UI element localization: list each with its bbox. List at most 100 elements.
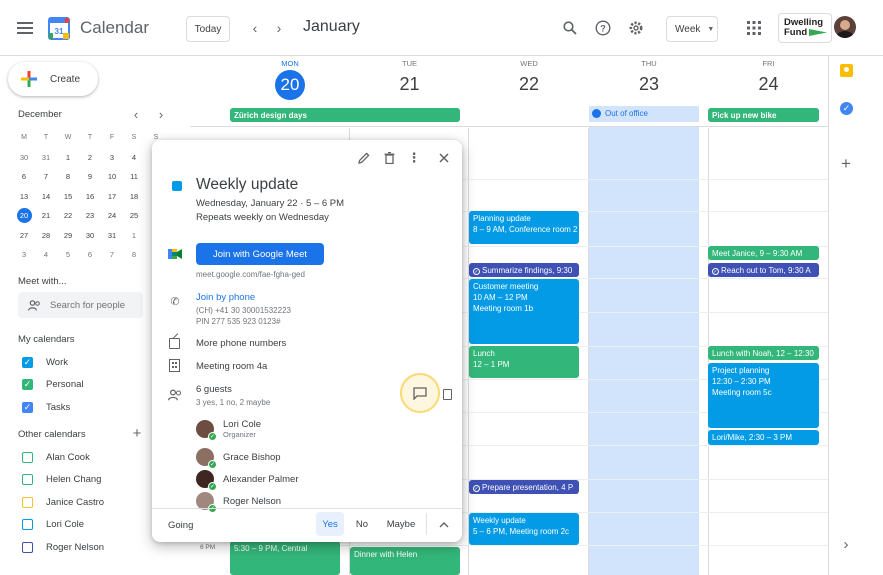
mini-calendar-day[interactable]: 21 — [35, 206, 57, 226]
other-calendar-item-janice-castro[interactable]: Janice Castro — [0, 491, 160, 514]
day-header-date-today[interactable]: 20 — [275, 70, 305, 100]
my-calendar-item-tasks[interactable]: ✓ Tasks — [0, 396, 160, 419]
delete-trash-icon[interactable] — [380, 149, 398, 167]
mini-calendar-day[interactable]: 3 — [101, 148, 123, 168]
view-selector-dropdown[interactable]: Week ▼ — [666, 16, 718, 42]
my-calendar-item-work[interactable]: ✓ Work — [0, 351, 160, 374]
mini-calendar-day[interactable]: 2 — [79, 148, 101, 168]
email-guests-chat-button[interactable] — [400, 373, 440, 413]
mini-calendar-day[interactable]: 13 — [13, 187, 35, 207]
mini-calendar-day[interactable]: 6 — [79, 245, 101, 265]
other-calendar-item-roger-nelson[interactable]: Roger Nelson — [0, 536, 160, 559]
next-week-chevron-icon[interactable]: › — [269, 18, 289, 38]
mini-calendar-day[interactable]: 7 — [101, 245, 123, 265]
apps-grid-icon[interactable] — [744, 18, 764, 38]
my-calendars-heading[interactable]: My calendars — [18, 334, 75, 345]
join-google-meet-button[interactable]: Join with Google Meet — [196, 243, 324, 265]
event-lori-mike[interactable]: Lori/Mike, 2:30 – 3 PM — [708, 430, 819, 445]
add-addon-plus-icon[interactable]: + — [838, 154, 854, 173]
guest-item-alexander-palmer[interactable]: ✓ Alexander Palmer — [196, 470, 299, 491]
mini-calendar-day[interactable]: 3 — [13, 245, 35, 265]
main-menu-icon[interactable] — [14, 17, 36, 39]
expand-panel-chevron-icon[interactable]: › — [838, 536, 854, 553]
mini-calendar-day[interactable]: 17 — [101, 187, 123, 207]
mini-calendar-day[interactable]: 1 — [57, 148, 79, 168]
other-calendar-item-lori-cole[interactable]: Lori Cole — [0, 514, 160, 537]
mini-calendar-day[interactable]: 10 — [101, 167, 123, 187]
my-calendar-item-personal[interactable]: ✓ Personal — [0, 374, 160, 397]
mini-calendar-day[interactable]: 22 — [57, 206, 79, 226]
mini-calendar-day[interactable]: 14 — [35, 187, 57, 207]
more-phone-numbers-link[interactable]: More phone numbers — [196, 338, 286, 349]
close-icon[interactable] — [435, 149, 453, 167]
create-button[interactable]: Create — [8, 62, 98, 96]
mini-calendar-day[interactable]: 8 — [57, 167, 79, 187]
meet-link[interactable]: meet.google.com/fae-fgha-ged — [196, 270, 305, 279]
event-planning-update[interactable]: Planning update 8 – 9 AM, Conference roo… — [469, 211, 579, 244]
copy-guests-icon[interactable] — [443, 389, 452, 400]
mini-calendar-day[interactable]: 31 — [101, 226, 123, 246]
mini-calendar-day[interactable]: 11 — [123, 167, 145, 187]
rsvp-options-chevron-up-icon[interactable] — [436, 517, 452, 533]
event-lunch-with-noah[interactable]: Lunch with Noah, 12 – 12:30 — [708, 346, 819, 360]
mini-calendar-day[interactable]: 4 — [35, 245, 57, 265]
mini-calendar-day[interactable]: 29 — [57, 226, 79, 246]
keep-icon[interactable] — [840, 64, 853, 77]
rsvp-no-button[interactable]: No — [349, 512, 375, 536]
mini-calendar-day[interactable]: 28 — [35, 226, 57, 246]
mini-calendar-day[interactable]: 6 — [13, 167, 35, 187]
help-icon[interactable]: ? — [593, 18, 613, 38]
mini-calendar-day[interactable]: 30 — [13, 148, 35, 168]
other-calendar-item-helen-chang[interactable]: Helen Chang — [0, 469, 160, 492]
guest-item-lori-cole[interactable]: ✓ Lori Cole Organizer — [196, 419, 261, 441]
join-by-phone-link[interactable]: Join by phone — [196, 292, 255, 303]
janice-castro-checkbox[interactable] — [22, 496, 33, 508]
helen-chang-checkbox[interactable] — [22, 474, 33, 486]
mini-calendar-day[interactable]: 1 — [123, 226, 145, 246]
other-calendars-heading[interactable]: Other calendars — [18, 429, 86, 440]
settings-gear-icon[interactable] — [626, 18, 646, 38]
guest-item-grace-bishop[interactable]: ✓ Grace Bishop — [196, 448, 281, 469]
rsvp-maybe-button[interactable]: Maybe — [380, 512, 422, 536]
mini-next-month-chevron-icon[interactable]: › — [153, 106, 169, 122]
mini-calendar-day[interactable]: 24 — [101, 206, 123, 226]
rsvp-yes-button[interactable]: Yes — [316, 512, 344, 536]
mini-calendar-day[interactable]: 5 — [57, 245, 79, 265]
search-people-input[interactable]: Search for people — [18, 292, 143, 318]
allday-event-zurich[interactable]: Zürich design days — [230, 108, 460, 122]
allday-event-out-of-office[interactable]: Out of office — [592, 109, 648, 118]
tasks-check-icon[interactable]: ✓ — [840, 102, 853, 115]
more-options-icon[interactable]: ⋮ — [405, 149, 423, 167]
task-prepare-presentation[interactable]: ✓ Prepare presentation, 4 P — [469, 480, 579, 494]
today-button[interactable]: Today — [186, 16, 230, 42]
mini-calendar-day[interactable]: 8 — [123, 245, 145, 265]
event-monday-evening[interactable]: 5:30 – 9 PM, Central — [230, 541, 340, 575]
allday-event-pick-up-bike[interactable]: Pick up new bike — [708, 108, 819, 122]
mini-calendar-day[interactable]: 30 — [79, 226, 101, 246]
task-reach-out-tom[interactable]: ✓ Reach out to Tom, 9:30 A — [708, 263, 819, 277]
event-lunch[interactable]: Lunch 12 – 1 PM — [469, 346, 579, 378]
tasks-checkbox[interactable]: ✓ — [22, 401, 33, 413]
roger-nelson-checkbox[interactable] — [22, 541, 33, 553]
event-project-planning[interactable]: Project planning 12:30 – 2:30 PM Meeting… — [708, 363, 819, 428]
previous-week-chevron-icon[interactable]: ‹ — [245, 18, 265, 38]
event-dinner-with-helen[interactable]: Dinner with Helen — [350, 547, 460, 575]
event-meet-janice[interactable]: Meet Janice, 9 – 9:30 AM — [708, 246, 819, 260]
day-header-date[interactable]: 24 — [709, 74, 828, 95]
task-summarize-findings[interactable]: ✓ Summarize findings, 9:30 — [469, 263, 579, 277]
edit-pencil-icon[interactable] — [355, 149, 373, 167]
out-of-office-block[interactable] — [589, 127, 699, 575]
mini-calendar-day[interactable]: 16 — [79, 187, 101, 207]
mini-calendar-day[interactable]: 23 — [79, 206, 101, 226]
mini-calendar-day[interactable]: 7 — [35, 167, 57, 187]
day-header-date[interactable]: 22 — [469, 74, 589, 95]
mini-calendar-day[interactable]: 27 — [13, 226, 35, 246]
lori-cole-checkbox[interactable] — [22, 519, 33, 531]
work-checkbox[interactable]: ✓ — [22, 356, 33, 368]
mini-calendar-day[interactable]: 25 — [123, 206, 145, 226]
mini-calendar-day[interactable]: 18 — [123, 187, 145, 207]
event-customer-meeting[interactable]: Customer meeting 10 AM – 12 PM Meeting r… — [469, 279, 579, 344]
other-calendar-item-alan-cook[interactable]: Alan Cook — [0, 446, 160, 469]
event-weekly-update[interactable]: Weekly update 5 – 6 PM, Meeting room 2c — [469, 513, 579, 545]
mini-calendar-day[interactable]: 9 — [79, 167, 101, 187]
